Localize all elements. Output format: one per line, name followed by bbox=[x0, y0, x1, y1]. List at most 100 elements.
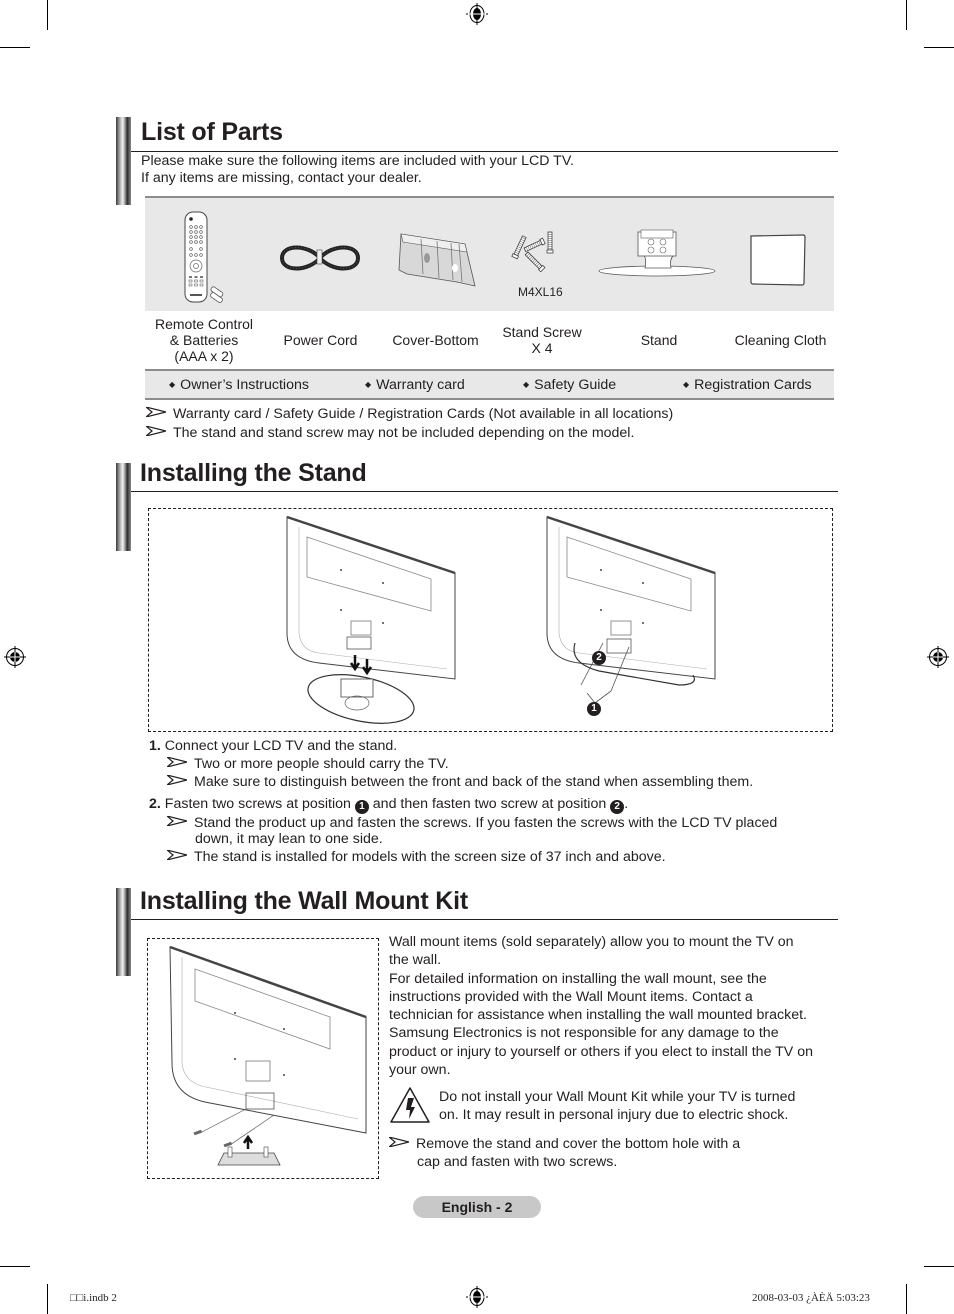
note-arrow-icon bbox=[167, 775, 187, 785]
note-text: The stand is installed for models with t… bbox=[194, 849, 666, 865]
slug-left: □□i.indb 2 bbox=[70, 1292, 117, 1304]
wall-mount-note-continuation: cap and fasten with two screws. bbox=[417, 1154, 618, 1170]
tv-back-illustration bbox=[546, 515, 716, 704]
crop-mark bbox=[906, 1284, 907, 1314]
note-arrow-icon bbox=[167, 757, 187, 767]
step-note: The stand is installed for models with t… bbox=[167, 849, 666, 866]
parts-note: Warranty card / Safety Guide / Registrat… bbox=[146, 406, 673, 423]
stand-screw-icon bbox=[511, 231, 554, 272]
cover-bottom-icon bbox=[398, 233, 476, 287]
part-label-remote-control: Remote Control & Batteries (AAA x 2) bbox=[145, 311, 263, 369]
paragraph-line: Wall mount items (sold separately) allow… bbox=[389, 934, 794, 950]
bullet-icon: ◆ bbox=[523, 380, 530, 389]
note-arrow-icon bbox=[389, 1137, 409, 1147]
wall-mount-note: Remove the stand and cover the bottom ho… bbox=[389, 1136, 740, 1153]
position-1-badge: 1 bbox=[354, 800, 369, 814]
slug-right: 2008-03-03 ¿ÀÈÄ 5:03:23 bbox=[752, 1292, 870, 1304]
bullet-icon: ◆ bbox=[683, 380, 690, 389]
step-note: Make sure to distinguish between the fro… bbox=[167, 774, 753, 791]
part-label-line: Remote Control bbox=[154, 316, 254, 332]
bullet-icon: ◆ bbox=[169, 380, 176, 389]
paragraph-line: the wall. bbox=[389, 952, 442, 969]
crop-mark bbox=[47, 1284, 48, 1314]
section-title-installing-stand: Installing the Stand bbox=[140, 459, 367, 487]
parts-image-row: M4XL16 bbox=[145, 196, 834, 311]
warning-line: Do not install your Wall Mount Kit while… bbox=[439, 1089, 796, 1105]
section-title-list-of-parts: List of Parts bbox=[141, 118, 283, 146]
crop-mark bbox=[47, 0, 48, 30]
wall-mount-warning: Do not install your Wall Mount Kit while… bbox=[439, 1088, 795, 1124]
part-label-line: Cover-Bottom bbox=[392, 332, 479, 348]
part-label-line: Stand bbox=[640, 332, 678, 348]
step-note: Stand the product up and fasten the scre… bbox=[167, 815, 777, 832]
extra-item-label: Safety Guide bbox=[534, 377, 617, 393]
note-text: Remove the stand and cover the bottom ho… bbox=[416, 1136, 741, 1152]
registration-mark-icon bbox=[927, 646, 949, 668]
intro-line: Please make sure the following items are… bbox=[141, 153, 574, 169]
paragraph-line: your own. bbox=[389, 1062, 451, 1079]
extra-item: ◆ Owner’s Instructions bbox=[169, 377, 309, 393]
part-label-stand-screw: Stand Screw X 4 bbox=[493, 311, 591, 369]
part-label-cover-bottom: Cover-Bottom bbox=[378, 311, 493, 369]
part-label-line: Cleaning Cloth bbox=[734, 332, 827, 348]
crop-mark bbox=[924, 47, 954, 48]
step-number: 1. bbox=[149, 738, 161, 754]
part-label-power-cord: Power Cord bbox=[263, 311, 378, 369]
part-label-stand: Stand bbox=[591, 311, 727, 369]
step-note: Two or more people should carry the TV. bbox=[167, 756, 449, 773]
tv-back-illustration bbox=[286, 515, 456, 724]
callout-position-2: 2 bbox=[592, 646, 606, 665]
section-bar bbox=[116, 888, 131, 976]
part-label-line: Power Cord bbox=[283, 332, 358, 348]
section-rule bbox=[131, 491, 838, 492]
step-note-continuation: down, it may lean to one side. bbox=[195, 831, 383, 847]
section-bar bbox=[116, 463, 131, 551]
warning-line: on. It may result in personal injury due… bbox=[439, 1107, 789, 1123]
section-bar bbox=[116, 117, 131, 205]
crop-mark bbox=[0, 1266, 30, 1267]
note-text: The stand and stand screw may not be inc… bbox=[173, 425, 635, 441]
remote-control-icon bbox=[184, 211, 224, 303]
stand-icon bbox=[598, 229, 716, 277]
section-rule bbox=[131, 151, 838, 152]
registration-mark-icon bbox=[466, 1286, 488, 1308]
note-text: Two or more people should carry the TV. bbox=[194, 756, 449, 772]
extra-item: ◆ Warranty card bbox=[365, 377, 465, 393]
paragraph-line: technician for assistance when installin… bbox=[389, 1007, 807, 1024]
extra-item-label: Owner’s Instructions bbox=[180, 377, 309, 393]
parts-label-row: Remote Control & Batteries (AAA x 2) Power… bbox=[145, 311, 834, 369]
note-arrow-icon bbox=[146, 426, 166, 436]
power-cord-icon bbox=[279, 245, 361, 271]
intro-line: If any items are missing, contact your d… bbox=[141, 170, 422, 186]
step-text: Connect your LCD TV and the stand. bbox=[164, 738, 398, 754]
paragraph-line: product or injury to yourself or others … bbox=[389, 1043, 813, 1060]
step-number: 2. bbox=[149, 796, 161, 812]
part-label-line: Stand Screw bbox=[502, 324, 582, 340]
note-text: Stand the product up and fasten the scre… bbox=[194, 815, 778, 831]
crop-mark bbox=[924, 1266, 954, 1267]
wall-mount-illustration-box bbox=[147, 938, 379, 1179]
section-title-wall-mount: Installing the Wall Mount Kit bbox=[140, 887, 468, 915]
registration-mark-icon bbox=[4, 646, 26, 668]
part-label-cleaning-cloth: Cleaning Cloth bbox=[727, 311, 834, 369]
part-label-line: X 4 bbox=[531, 340, 553, 356]
callout-position-1: 1 bbox=[587, 697, 601, 716]
section-rule bbox=[131, 919, 838, 920]
step-text: Fasten two screws at position bbox=[164, 796, 351, 812]
extra-item: ◆ Registration Cards bbox=[683, 377, 812, 393]
callout-number: 2 bbox=[592, 651, 606, 665]
step-text: and then fasten two screw at position bbox=[372, 796, 607, 812]
parts-intro: Please make sure the following items are… bbox=[141, 153, 574, 187]
extra-item-label: Registration Cards bbox=[694, 377, 812, 393]
step-2: 2. Fasten two screws at position 1 and t… bbox=[149, 796, 628, 814]
note-arrow-icon bbox=[167, 816, 187, 826]
extra-item: ◆ Safety Guide bbox=[523, 377, 616, 393]
screw-size-label: M4XL16 bbox=[518, 285, 563, 299]
note-text: Make sure to distinguish between the fro… bbox=[194, 774, 754, 790]
registration-mark-icon bbox=[466, 3, 488, 25]
callout-number: 1 bbox=[587, 702, 601, 716]
crop-mark bbox=[0, 47, 30, 48]
tv-back-wall-mount-illustration bbox=[169, 945, 367, 1166]
extra-item-label: Warranty card bbox=[376, 377, 465, 393]
wall-mount-paragraph: Wall mount items (sold separately) allow… bbox=[389, 933, 813, 1079]
